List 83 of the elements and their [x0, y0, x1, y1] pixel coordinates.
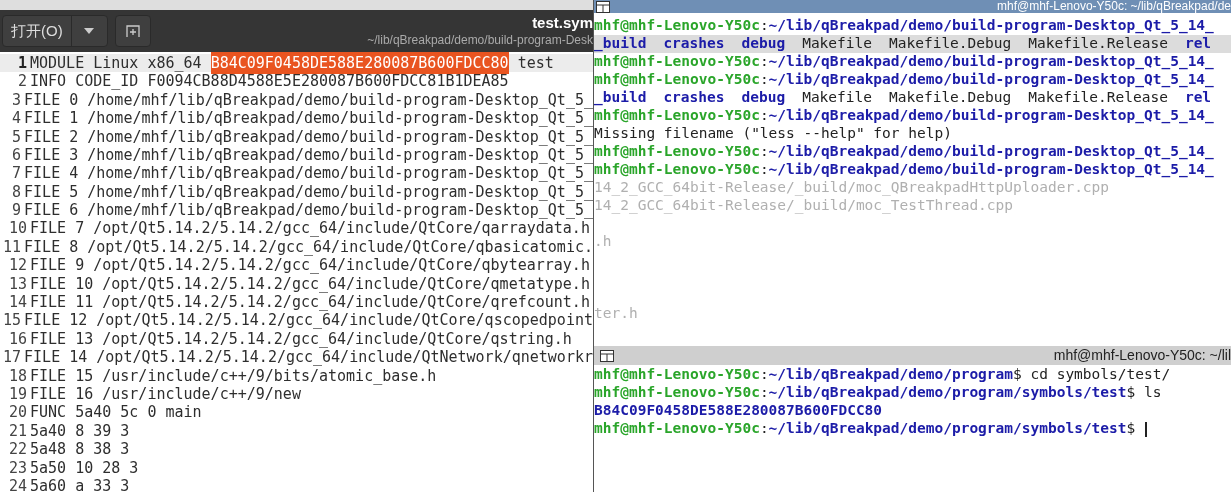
- prompt-user: mhf@mhf-Lenovo-Y50c: [594, 52, 760, 72]
- file-name: Makefile: [802, 35, 889, 53]
- prompt-symbol: $: [1126, 419, 1136, 439]
- prompt-separator: :: [759, 383, 769, 403]
- command-text: cd symbols/test/: [1030, 365, 1171, 385]
- file-name: Makefile: [802, 89, 873, 107]
- directory-name: crashes: [663, 89, 726, 107]
- prompt-path: ~/lib/qBreakpad/demo/program/symbols/test: [768, 383, 1127, 403]
- prompt-separator: :: [759, 16, 769, 36]
- file-name: Makefile.Debug: [889, 35, 1029, 53]
- code-text: FILE 3 /home/mhf/lib/qBreakpad/demo/build-program-Desktop_Qt_5_: [24, 145, 593, 166]
- prompt-user: mhf@mhf-Lenovo-Y50c: [594, 365, 760, 385]
- window-title: mhf@mhf-Lenovo-Y50c: ~/lil: [1053, 346, 1231, 365]
- faded-text: .h: [594, 232, 612, 252]
- code-text: FILE 10 /opt/Qt5.14.2/5.14.2/gcc_64/include/QtCore/qmetatype.h: [30, 274, 590, 295]
- prompt-path: ~/lib/qBreakpad/demo/build-program-Desktop_Qt_5_14_: [768, 160, 1214, 180]
- code-text: FILE 5 /home/mhf/lib/qBreakpad/demo/build-program-Desktop_Qt_5_: [24, 182, 593, 203]
- directory-name: crashes: [663, 35, 742, 53]
- prompt-separator: :: [759, 142, 769, 162]
- prompt-user: mhf@mhf-Lenovo-Y50c: [594, 16, 760, 36]
- code-text: FILE 4 /home/mhf/lib/qBreakpad/demo/build-program-Desktop_Qt_5_: [24, 164, 593, 185]
- directory-name: rel: [1184, 35, 1231, 53]
- directory-name: debug: [741, 89, 787, 107]
- directory-name: _build: [594, 35, 664, 53]
- document-title: test.sym: [532, 14, 593, 33]
- prompt-symbol: $: [1013, 365, 1022, 385]
- code-text: test: [516, 52, 554, 74]
- line-number: 19: [7, 384, 28, 405]
- file-name: Makefile.Release: [1028, 35, 1185, 53]
- prompt-path: ~/lib/qBreakpad/demo/build-program-Desktop_Qt_5_14_: [768, 106, 1214, 126]
- prompt-separator: :: [759, 52, 769, 72]
- new-tab-button[interactable]: [114, 15, 151, 47]
- output-text: Missing filename ("less --help" for help): [594, 124, 952, 144]
- code-text: INFO CODE_ID F0094CB88D4588E5E280087B600FDCC81B1DEA85: [30, 72, 509, 93]
- directory-name: rel: [1184, 89, 1213, 107]
- document-path: ~/lib/qBreakpad/demo/build-program-Desk: [367, 32, 593, 48]
- window-title: mhf@mhf-Lenovo-Y50c: ~/lib/qBreakpad/de: [997, 0, 1231, 13]
- prompt-user: mhf@mhf-Lenovo-Y50c: [594, 70, 760, 90]
- command-text: ls: [1143, 383, 1162, 403]
- directory-name: B84C09F0458DE588E280087B600FDCC80: [594, 402, 884, 420]
- code-text: FILE 0 /home/mhf/lib/qBreakpad/demo/build-program-Desktop_Qt_5_: [24, 90, 593, 111]
- code-text: FILE 11 /opt/Qt5.14.2/5.14.2/gcc_64/include/QtCore/qrefcount.h: [30, 293, 590, 313]
- prompt-separator: :: [759, 365, 769, 385]
- code-text: FILE 15 /usr/include/c++/9/bits/atomic_base.h: [30, 366, 437, 387]
- directory-name: debug: [741, 35, 803, 53]
- prompt-separator: :: [759, 160, 769, 180]
- code-text: MODULE Linux x86_64: [30, 52, 203, 74]
- code-text: FILE 6 /home/mhf/lib/qBreakpad/demo/build-program-Desktop_Qt_5_: [24, 201, 593, 221]
- line-number: 1: [16, 52, 28, 74]
- prompt-user: mhf@mhf-Lenovo-Y50c: [594, 106, 760, 126]
- prompt-path: ~/lib/qBreakpad/demo/build-program-Desktop_Qt_5_14_: [768, 142, 1214, 162]
- code-text: FILE 8 /opt/Qt5.14.2/5.14.2/gcc_64/include/QtCore/qbasicatomic.: [24, 237, 593, 258]
- prompt-user: mhf@mhf-Lenovo-Y50c: [594, 419, 760, 439]
- directory-name: _build: [594, 89, 648, 107]
- line-number: 14: [7, 292, 28, 313]
- prompt-path: ~/lib/qBreakpad/demo/build-program-Desktop_Qt_5_14_: [768, 52, 1214, 72]
- prompt-user: mhf@mhf-Lenovo-Y50c: [594, 142, 760, 162]
- code-text: FILE 13 /opt/Qt5.14.2/5.14.2/gcc_64/include/QtCore/qstring.h: [30, 329, 572, 350]
- prompt-path: ~/lib/qBreakpad/demo/program: [768, 365, 1014, 385]
- file-name: Makefile.Release: [1028, 89, 1169, 107]
- window-icon: [600, 349, 614, 362]
- file-name: Makefile.Debug: [889, 89, 1013, 107]
- code-text: FILE 2 /home/mhf/lib/qBreakpad/demo/build-program-Desktop_Qt_5_: [24, 127, 593, 148]
- code-text: FILE 9 /opt/Qt5.14.2/5.14.2/gcc_64/include/QtCore/qbytearray.h: [30, 256, 590, 277]
- code-text: FILE 16 /usr/include/c++/9/new: [30, 385, 301, 405]
- prompt-separator: :: [759, 70, 769, 90]
- code-text: FILE 7 /opt/Qt5.14.2/5.14.2/gcc_64/include/QtCore/qarraydata.h: [30, 219, 590, 240]
- prompt-separator: :: [759, 419, 769, 439]
- prompt-separator: :: [759, 106, 769, 126]
- prompt-path: ~/lib/qBreakpad/demo/build-program-Desktop_Qt_5_14_: [768, 16, 1214, 36]
- prompt-symbol: $: [1126, 383, 1136, 403]
- prompt-user: mhf@mhf-Lenovo-Y50c: [594, 383, 760, 403]
- prompt-user: mhf@mhf-Lenovo-Y50c: [594, 160, 760, 180]
- new-tab-icon: [125, 25, 140, 37]
- faded-text: 14_2_GCC_64bit-Release/_build/moc_QBreakpadHttpUploader.cpp: [594, 178, 1110, 198]
- code-text: FILE 1 /home/mhf/lib/qBreakpad/demo/build-program-Desktop_Qt_5_: [24, 109, 593, 130]
- line-number: 9: [11, 200, 23, 221]
- faded-text: ter.h: [594, 304, 638, 324]
- caret-icon: [84, 28, 95, 34]
- prompt-path: ~/lib/qBreakpad/demo/program/symbols/test: [768, 419, 1127, 439]
- prompt-path: ~/lib/qBreakpad/demo/build-program-Desktop_Qt_5_14_: [768, 70, 1214, 90]
- selected-text: B84C09F0458DE588E280087B600FDCC80: [210, 51, 509, 75]
- faded-text: 14_2_GCC_64bit-Release/_build/moc_TestThread.cpp: [594, 196, 1014, 216]
